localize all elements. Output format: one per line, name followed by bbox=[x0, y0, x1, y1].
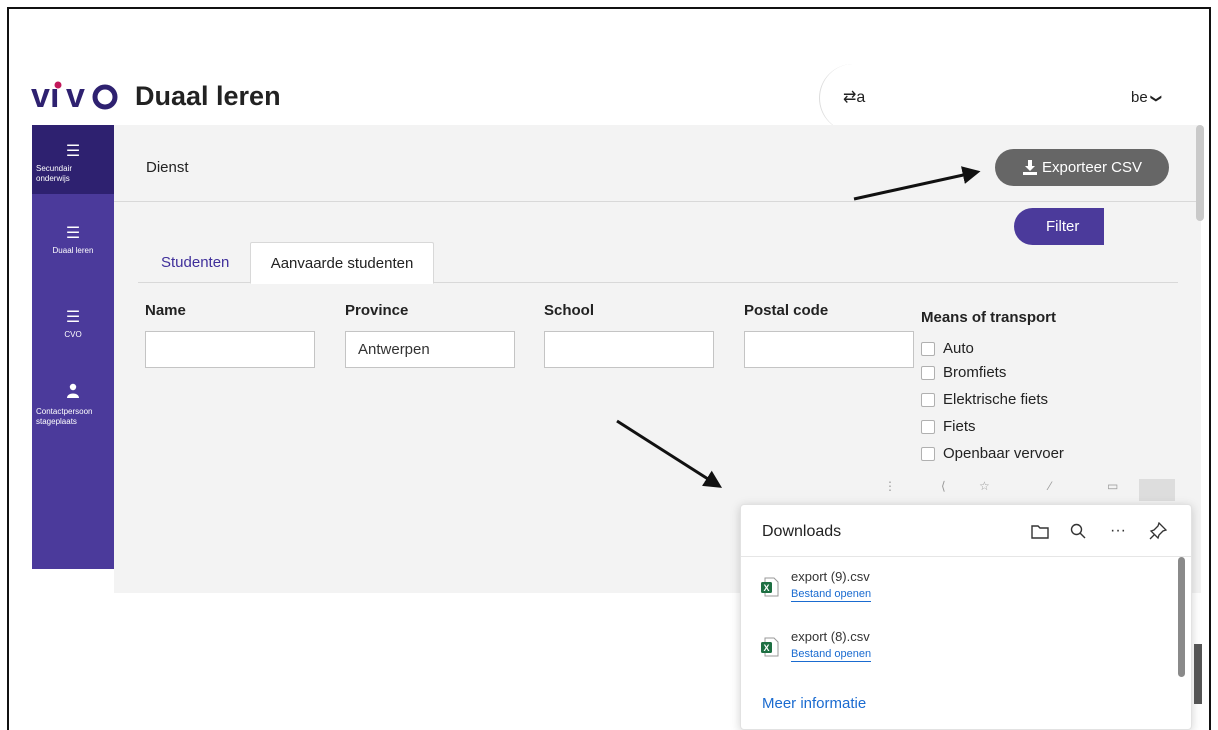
postal-code-input[interactable] bbox=[744, 331, 914, 368]
list-icon: ☰ bbox=[65, 225, 81, 242]
name-input[interactable] bbox=[145, 331, 315, 368]
checkbox[interactable] bbox=[921, 419, 935, 434]
sidebar-item-cvo[interactable]: ☰ CVO bbox=[32, 309, 114, 349]
folder-icon[interactable] bbox=[1029, 520, 1051, 542]
vivo-logo: v ı v bbox=[31, 77, 118, 113]
checkbox[interactable] bbox=[921, 341, 935, 356]
option-label: Bromfiets bbox=[943, 364, 1007, 381]
language-select[interactable]: be ❯ bbox=[1131, 89, 1162, 106]
tab-studenten[interactable]: Studenten bbox=[161, 242, 229, 283]
download-item[interactable]: X export (9).csv Bestand openen bbox=[741, 569, 1171, 619]
filter-button[interactable]: Filter bbox=[1014, 208, 1104, 245]
svg-text:v: v bbox=[66, 77, 85, 113]
open-file-link[interactable]: Bestand openen bbox=[791, 648, 872, 662]
downloads-header: Downloads ··· bbox=[741, 505, 1191, 557]
language-value: be bbox=[1131, 89, 1148, 106]
school-label: School bbox=[544, 302, 595, 319]
option-label: Auto bbox=[943, 340, 974, 357]
sidebar-item-duaal-leren[interactable]: ☰ Duaal leren bbox=[32, 225, 114, 265]
export-csv-label: Exporteer CSV bbox=[1041, 159, 1143, 176]
excel-file-icon: X bbox=[761, 637, 779, 657]
open-file-link[interactable]: Bestand openen bbox=[791, 588, 872, 602]
section-label: Dienst bbox=[146, 159, 189, 176]
download-icon bbox=[1022, 160, 1037, 175]
svg-text:X: X bbox=[763, 643, 769, 653]
option-label: Elektrische fiets bbox=[943, 391, 1049, 408]
downloads-title: Downloads bbox=[762, 523, 842, 540]
pin-icon[interactable] bbox=[1147, 520, 1169, 542]
checkbox[interactable] bbox=[921, 365, 935, 380]
download-item[interactable]: X export (8).csv Bestand openen bbox=[741, 629, 1171, 679]
checkbox[interactable] bbox=[921, 446, 935, 461]
excel-file-icon: X bbox=[761, 577, 779, 597]
swap-icon[interactable]: ⇄a bbox=[843, 87, 865, 107]
reader-icon: ⋮ bbox=[884, 479, 896, 493]
export-csv-button[interactable]: Exporteer CSV bbox=[995, 149, 1169, 186]
downloads-panel: Downloads ··· X export (9).csv Bestand o… bbox=[740, 504, 1192, 730]
transport-option-fiets[interactable]: Fiets bbox=[921, 418, 976, 435]
sidebar-item-contactpersoon[interactable]: Contactpersoon stageplaats bbox=[32, 383, 114, 433]
collections-icon: ▭ bbox=[1107, 479, 1119, 493]
more-options-icon[interactable]: ··· bbox=[1107, 520, 1129, 542]
chevron-down-icon: ❯ bbox=[1149, 93, 1162, 104]
app-title: Duaal leren bbox=[135, 81, 281, 111]
sidebar-item-label: CVO bbox=[64, 330, 82, 339]
person-icon bbox=[32, 383, 114, 404]
section-bar: Dienst Exporteer CSV bbox=[114, 125, 1201, 202]
svg-text:v: v bbox=[31, 77, 50, 113]
school-input[interactable] bbox=[544, 331, 714, 368]
zoom-icon: ⟨ bbox=[941, 479, 946, 493]
option-label: Fiets bbox=[943, 418, 976, 435]
sidebar-item-label: Secundair onderwijs bbox=[36, 164, 73, 183]
postal-code-label: Postal code bbox=[744, 302, 829, 319]
download-filename: export (8).csv bbox=[791, 629, 870, 644]
province-input[interactable]: Antwerpen bbox=[345, 331, 515, 368]
transport-label: Means of transport bbox=[921, 309, 1057, 326]
svg-text:X: X bbox=[763, 583, 769, 593]
download-filename: export (9).csv bbox=[791, 569, 870, 584]
list-icon: ☰ bbox=[65, 143, 81, 160]
pen-icon: ⁄ bbox=[1049, 479, 1052, 493]
option-label: Openbaar vervoer bbox=[943, 445, 1064, 462]
transport-option-auto[interactable]: Auto bbox=[921, 340, 974, 357]
favorite-icon: ☆ bbox=[979, 479, 990, 493]
sidebar-item-secundair-onderwijs[interactable]: ☰ Secundair onderwijs bbox=[32, 125, 114, 194]
browser-download-button[interactable] bbox=[1139, 479, 1175, 501]
transport-option-bromfiets[interactable]: Bromfiets bbox=[921, 364, 1006, 381]
transport-option-openbaar-vervoer[interactable]: Openbaar vervoer bbox=[921, 445, 1064, 462]
tab-bar: Studenten Aanvaarde studenten bbox=[138, 242, 1178, 284]
checkbox[interactable] bbox=[921, 392, 935, 407]
more-info-link[interactable]: Meer informatie bbox=[762, 695, 866, 712]
sidebar-item-label: Duaal leren bbox=[52, 246, 94, 255]
screenshot-frame: v ı v Duaal leren ⇄a be ❯ ☰ Secundair ond… bbox=[7, 7, 1211, 730]
search-icon[interactable] bbox=[1067, 520, 1089, 542]
downloads-scrollbar[interactable] bbox=[1178, 557, 1185, 677]
name-label: Name bbox=[145, 302, 186, 319]
tab-aanvaarde-studenten[interactable]: Aanvaarde studenten bbox=[250, 242, 434, 284]
list-icon: ☰ bbox=[65, 309, 81, 326]
sidebar-item-label: Contactpersoon stageplaats bbox=[36, 407, 93, 426]
sidebar: ☰ Secundair onderwijs ☰ Duaal leren ☰ CV… bbox=[32, 125, 114, 569]
page-edge-fragment bbox=[1194, 644, 1202, 704]
transport-option-elektrische-fiets[interactable]: Elektrische fiets bbox=[921, 391, 1048, 408]
province-label: Province bbox=[345, 302, 409, 319]
page-scrollbar[interactable] bbox=[1196, 125, 1204, 221]
